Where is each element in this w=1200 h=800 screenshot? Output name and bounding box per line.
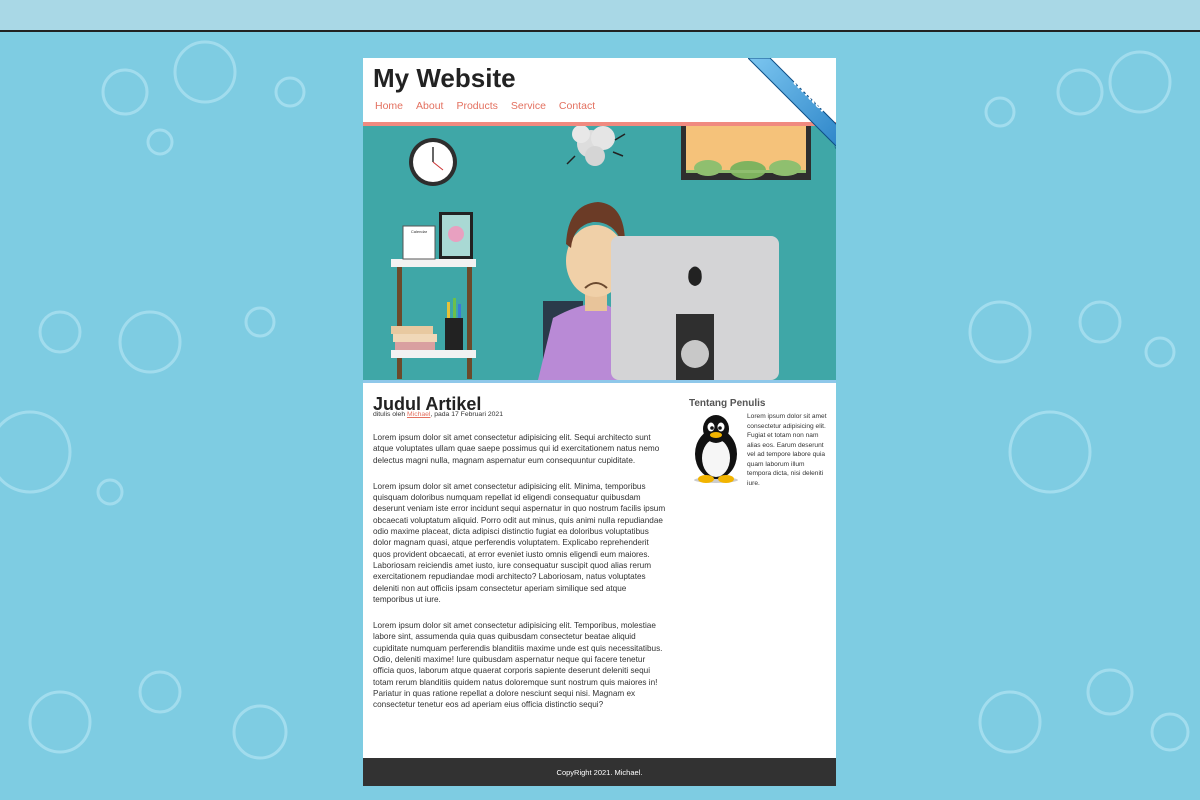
article-paragraph: Lorem ipsum dolor sit amet consectetur a… (373, 433, 660, 465)
author-sidebar: Tentang Penulis Lorem ipsum dolor sit am… (689, 398, 829, 488)
sidebar-heading: Tentang Penulis (689, 398, 766, 409)
penguin-icon (694, 415, 738, 483)
author-link[interactable]: Michael (407, 411, 430, 418)
footer-copyright: CopyRight 2021. Michael. (556, 767, 643, 777)
nav-home-link[interactable]: Home (375, 100, 403, 112)
site-footer: CopyRight 2021. Michael. (363, 758, 836, 786)
nav-about-link[interactable]: About (416, 100, 443, 112)
twitter-ribbon[interactable]: twitter (748, 58, 836, 196)
article: Judul Artikel ditulis oleh Michael, pada… (373, 393, 666, 711)
calendar-label: Calendar (411, 229, 428, 234)
clock-icon (409, 138, 457, 186)
nav-service-link[interactable]: Service (511, 100, 546, 112)
browser-top-bar (0, 0, 1200, 32)
article-paragraph: Lorem ipsum dolor sit amet consectetur a… (373, 621, 663, 710)
byline-suffix: , pada 17 Februari 2021 (430, 411, 503, 418)
computer-monitor-icon (611, 236, 779, 380)
article-byline: ditulis oleh Michael, pada 17 Februari 2… (373, 411, 666, 418)
nav-products-link[interactable]: Products (456, 100, 497, 112)
site-title: My Website (373, 63, 516, 93)
byline-prefix: ditulis oleh (373, 411, 408, 418)
website-page: My Website Home About Products Service C… (363, 58, 836, 786)
nav-contact-link[interactable]: Contact (559, 100, 595, 112)
article-paragraph: Lorem ipsum dolor sit amet consectetur a… (373, 481, 666, 604)
main-nav: Home About Products Service Contact (375, 100, 595, 112)
